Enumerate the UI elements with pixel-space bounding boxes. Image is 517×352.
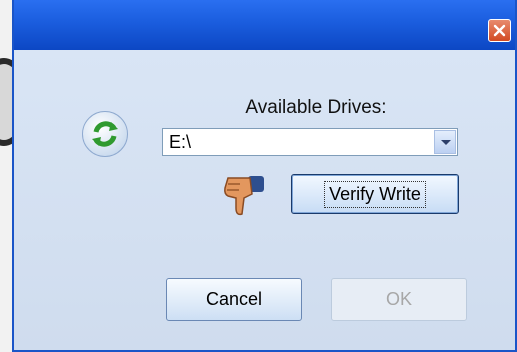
thumbs-down-icon xyxy=(224,176,264,216)
drive-dialog: Available Drives: E:\ Verify Write Cance… xyxy=(12,0,517,352)
dialog-body: Available Drives: E:\ Verify Write Cance… xyxy=(14,50,515,350)
chevron-down-icon[interactable] xyxy=(434,130,456,154)
refresh-icon[interactable] xyxy=(82,111,128,157)
drive-dropdown-value: E:\ xyxy=(169,132,192,152)
cancel-button[interactable]: Cancel xyxy=(166,278,302,321)
available-drives-label: Available Drives: xyxy=(245,97,387,118)
close-icon xyxy=(493,24,506,37)
ok-button[interactable]: OK xyxy=(331,278,467,321)
title-bar[interactable] xyxy=(14,0,515,50)
verify-write-label: Verify Write xyxy=(324,180,426,208)
drive-dropdown[interactable]: E:\ xyxy=(162,128,458,156)
verify-write-button[interactable]: Verify Write xyxy=(291,174,459,214)
close-button[interactable] xyxy=(488,19,511,42)
